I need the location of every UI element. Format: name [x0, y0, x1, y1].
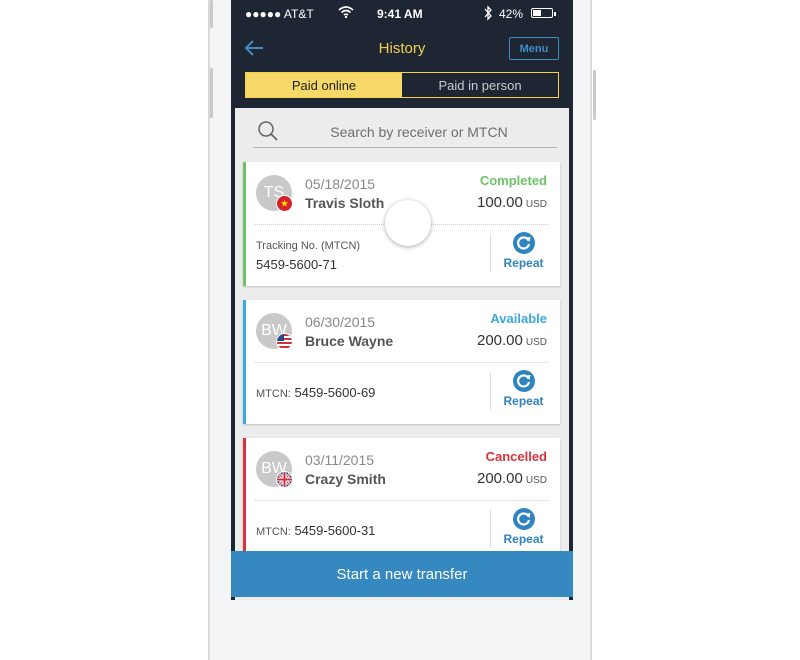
mtcn-row: MTCN: 5459-5600-31: [256, 523, 375, 538]
mtcn-label: Tracking No. (MTCN): [256, 240, 361, 252]
search-bar: [247, 108, 557, 154]
repeat-button[interactable]: Repeat: [496, 508, 551, 550]
flag-usa-icon: [276, 333, 293, 350]
menu-button[interactable]: Menu: [509, 37, 559, 60]
currency: USD: [525, 475, 547, 486]
repeat-button[interactable]: Repeat: [496, 232, 551, 274]
status-bar: ●●●●● AT&T 9:41 AM 42%: [231, 0, 573, 28]
phone-side-button: [210, 68, 213, 118]
tab-paid-in-person[interactable]: Paid in person: [402, 73, 558, 97]
transaction-amount: 200.00 USD: [477, 332, 547, 349]
status-badge: Completed: [479, 173, 547, 188]
repeat-label: Repeat: [503, 532, 544, 546]
phone-power-button: [593, 70, 596, 120]
status-accent-bar: [243, 438, 246, 562]
search-icon: [257, 120, 279, 142]
divider: [255, 500, 548, 501]
mtcn-value: 5459-5600-71: [256, 257, 337, 272]
repeat-label: Repeat: [503, 394, 544, 408]
transaction-date: 05/18/2015: [305, 176, 376, 192]
repeat-icon: [512, 370, 535, 392]
wifi-icon: [338, 5, 354, 22]
status-badge: Cancelled: [485, 449, 547, 464]
bluetooth-icon: [483, 5, 493, 24]
divider: [255, 362, 548, 363]
history-list: TS 05/18/2015 Travis Sloth Completed 100…: [235, 108, 569, 600]
transaction-amount: 200.00 USD: [477, 470, 547, 487]
battery-level: [533, 10, 542, 16]
vertical-divider: [490, 234, 491, 272]
carrier-signal: ●●●●● AT&T: [245, 7, 314, 21]
tab-paid-online[interactable]: Paid online: [246, 73, 402, 97]
mtcn-value: 5459-5600-31: [294, 523, 376, 538]
amount-value: 100.00: [476, 194, 523, 211]
phone-side-button: [210, 0, 213, 28]
repeat-icon: [512, 508, 535, 530]
repeat-icon: [512, 232, 535, 254]
amount-value: 200.00: [476, 332, 523, 349]
search-input[interactable]: [287, 120, 551, 144]
mtcn-value: 5459-5600-69: [294, 385, 376, 400]
currency: USD: [525, 337, 547, 348]
currency: USD: [525, 199, 547, 210]
battery-icon: [531, 8, 556, 18]
transaction-card[interactable]: TS 05/18/2015 Travis Sloth Completed 100…: [243, 162, 560, 286]
status-badge: Available: [490, 311, 547, 326]
flag-vietnam-icon: [276, 195, 293, 212]
transaction-amount: 100.00 USD: [477, 194, 547, 211]
search-underline: [253, 147, 557, 148]
transaction-card[interactable]: BW 06/30/2015 Bruce Wayne Available 200.…: [243, 300, 560, 424]
flag-uk-icon: [276, 471, 293, 488]
vertical-divider: [490, 510, 491, 548]
status-accent-bar: [243, 162, 246, 286]
transaction-card[interactable]: BW 03/11/2015 Crazy Smith Cancelled 200.…: [243, 438, 560, 562]
payment-type-segmented-control: Paid online Paid in person: [245, 72, 559, 98]
phone-screen: ●●●●● AT&T 9:41 AM 42% History Menu Paid…: [231, 0, 573, 600]
mtcn-label: MTCN:: [256, 526, 291, 538]
transaction-date: 03/11/2015: [305, 452, 375, 468]
amount-value: 200.00: [476, 470, 523, 487]
transaction-date: 06/30/2015: [305, 314, 376, 330]
start-new-transfer-button[interactable]: Start a new transfer: [231, 551, 573, 597]
receiver-name: Crazy Smith: [305, 471, 386, 487]
vertical-divider: [490, 372, 491, 410]
battery-nub: [554, 12, 556, 16]
repeat-button[interactable]: Repeat: [496, 370, 551, 412]
repeat-label: Repeat: [503, 256, 544, 270]
mtcn-label: MTCN:: [256, 388, 291, 400]
clock: 9:41 AM: [377, 7, 423, 21]
mtcn-row: MTCN: 5459-5600-69: [256, 385, 375, 400]
receiver-name: Bruce Wayne: [305, 333, 394, 349]
receiver-name: Travis Sloth: [305, 195, 385, 211]
status-accent-bar: [243, 300, 246, 424]
battery-percent: 42%: [499, 7, 524, 21]
touch-indicator: [385, 200, 431, 246]
nav-bar: History Menu: [231, 28, 573, 68]
